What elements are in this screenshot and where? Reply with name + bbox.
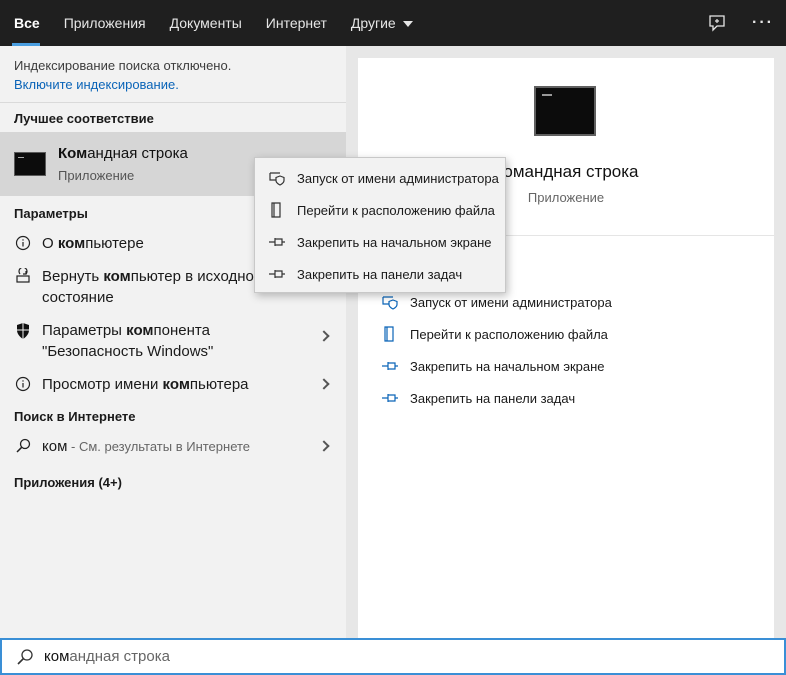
- search-filter-bar: Все Приложения Документы Интернет Другие…: [0, 0, 786, 46]
- label-part: Параметры: [42, 322, 127, 339]
- search-typed-text: ком: [44, 648, 70, 665]
- tab-all-label: Все: [14, 15, 40, 31]
- match-highlight: Ком: [58, 145, 88, 162]
- match-rest: андная строка: [87, 145, 188, 162]
- action-open-file-location[interactable]: Перейти к расположению файла: [380, 318, 612, 350]
- feedback-icon: [709, 15, 725, 32]
- tab-apps-label: Приложения: [63, 15, 146, 31]
- feedback-button[interactable]: [694, 0, 740, 46]
- best-match-title: Командная строка: [58, 145, 188, 162]
- command-prompt-icon: [534, 86, 596, 136]
- action-pin-to-taskbar[interactable]: Закрепить на панели задач: [380, 382, 612, 414]
- more-icon: ···: [752, 14, 774, 31]
- chevron-right-icon: [318, 330, 330, 342]
- action-run-as-admin-label: Запуск от имени администратора: [410, 294, 612, 310]
- shield-icon: [14, 320, 32, 340]
- match-highlight: ком: [57, 235, 86, 252]
- search-icon: [16, 648, 34, 666]
- label-part: Просмотр имени: [42, 376, 163, 393]
- web-hint: - См. результаты в Интернете: [67, 439, 251, 454]
- chevron-down-icon: [402, 21, 413, 27]
- setting-pc-name[interactable]: Просмотр имени компьютера: [0, 368, 346, 401]
- command-prompt-icon: [14, 152, 46, 176]
- best-match-heading: Лучшее соответствие: [14, 111, 154, 126]
- label-part: О: [42, 235, 58, 252]
- info-icon: [14, 233, 32, 251]
- reset-pc-icon: [14, 266, 32, 284]
- context-open-file-location[interactable]: Перейти к расположению файла: [255, 194, 505, 226]
- setting-windows-security[interactable]: Параметры компонента "Безопасность Windo…: [0, 314, 346, 368]
- enable-indexing-link[interactable]: Включите индексирование.: [14, 77, 332, 92]
- tab-all[interactable]: Все: [0, 0, 52, 46]
- context-pin-to-start-label: Закрепить на начальном экране: [297, 234, 492, 250]
- admin-shield-icon: [267, 170, 287, 186]
- indexing-notice-text: Индексирование поиска отключено.: [14, 58, 232, 73]
- search-autocomplete-text: андная строка: [69, 648, 170, 665]
- match-highlight: ком: [162, 376, 190, 393]
- more-options-button[interactable]: ···: [740, 0, 786, 46]
- tab-more-label: Другие: [350, 15, 396, 31]
- pin-icon: [380, 360, 400, 372]
- action-pin-to-start[interactable]: Закрепить на начальном экране: [380, 350, 612, 382]
- tab-documents[interactable]: Документы: [158, 0, 254, 46]
- tab-documents-label: Документы: [169, 15, 242, 31]
- best-match-subtitle: Приложение: [58, 168, 135, 183]
- web-search-label: ком - См. результаты в Интернете: [42, 436, 332, 457]
- context-open-file-location-label: Перейти к расположению файла: [297, 202, 495, 218]
- tab-web[interactable]: Интернет: [254, 0, 339, 46]
- info-icon: [14, 374, 32, 392]
- web-search-item[interactable]: ком - См. результаты в Интернете: [0, 430, 346, 463]
- setting-windows-security-label: Параметры компонента "Безопасность Windo…: [42, 320, 306, 362]
- apps-heading[interactable]: Приложения (4+): [0, 463, 346, 496]
- context-pin-to-start[interactable]: Закрепить на начальном экране: [255, 226, 505, 258]
- results-panel: Индексирование поиска отключено. Включит…: [0, 46, 346, 638]
- match-highlight: ком: [103, 268, 131, 285]
- web-search-heading: Поиск в Интернете: [14, 409, 136, 424]
- tab-more[interactable]: Другие: [339, 0, 425, 46]
- preview-actions: Запуск от имени администратора Перейти к…: [380, 286, 612, 414]
- label-part: Вернуть: [42, 268, 104, 285]
- context-pin-to-taskbar-label: Закрепить на панели задач: [297, 266, 463, 282]
- file-location-icon: [380, 326, 400, 342]
- action-pin-to-taskbar-label: Закрепить на панели задач: [410, 390, 576, 406]
- pin-icon: [267, 268, 287, 280]
- web-query: ком: [42, 438, 68, 455]
- admin-shield-icon: [380, 294, 400, 310]
- context-pin-to-taskbar[interactable]: Закрепить на панели задач: [255, 258, 505, 290]
- label-part: пьютере: [85, 235, 144, 252]
- context-run-as-admin[interactable]: Запуск от имени администратора: [255, 162, 505, 194]
- action-open-file-location-label: Перейти к расположению файла: [410, 326, 608, 342]
- search-input[interactable]: ком андная строка: [0, 638, 786, 675]
- pin-icon: [380, 392, 400, 404]
- label-part: пьютера: [189, 376, 249, 393]
- action-pin-to-start-label: Закрепить на начальном экране: [410, 358, 605, 374]
- match-highlight: ком: [126, 322, 154, 339]
- indexing-notice: Индексирование поиска отключено. Включит…: [0, 46, 346, 92]
- file-location-icon: [267, 202, 287, 218]
- tab-apps[interactable]: Приложения: [52, 0, 158, 46]
- context-menu: Запуск от имени администратора Перейти к…: [254, 157, 506, 293]
- preview-panel: Командная строка Приложение Запуск от им…: [358, 58, 774, 638]
- setting-pc-name-label: Просмотр имени компьютера: [42, 374, 332, 395]
- search-icon: [14, 436, 32, 454]
- context-run-as-admin-label: Запуск от имени администратора: [297, 170, 499, 186]
- tab-web-label: Интернет: [265, 15, 327, 31]
- pin-icon: [267, 236, 287, 248]
